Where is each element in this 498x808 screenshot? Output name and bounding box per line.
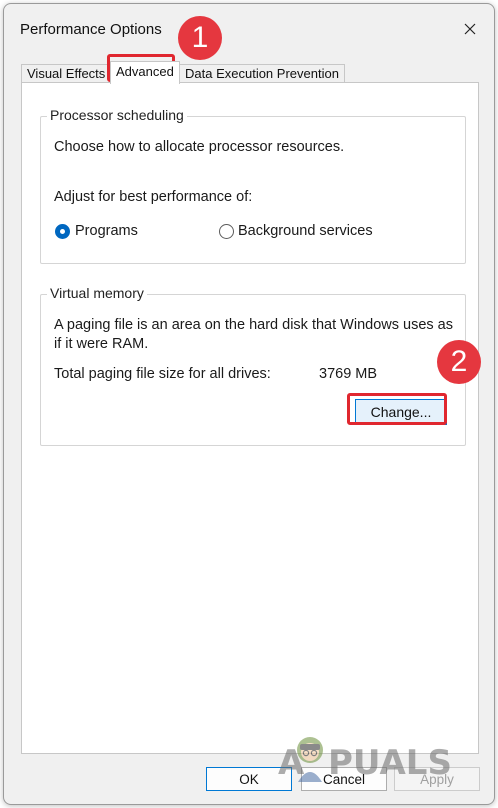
tab-data-execution-prevention[interactable]: Data Execution Prevention [179,64,345,83]
window-title: Performance Options [20,21,162,38]
watermark-letter: A [278,743,305,783]
radio-programs-button[interactable] [55,224,70,239]
close-icon [464,23,476,35]
watermark-letters: PUALS [328,743,452,783]
step2-badge: 2 [437,340,481,384]
processor-scheduling-title: Processor scheduling [47,107,187,123]
radio-programs-label[interactable]: Programs [75,223,138,239]
tab-advanced[interactable]: Advanced [110,61,180,84]
processor-scheduling-description: Choose how to allocate processor resourc… [54,139,345,155]
virtual-memory-description: A paging file is an area on the hard dis… [54,317,453,352]
close-button[interactable] [448,4,494,52]
total-paging-size-value: 3769 MB [319,366,378,382]
adjust-performance-label: Adjust for best performance of: [54,189,253,205]
radio-background-services-label[interactable]: Background services [238,223,373,239]
performance-options-window: Performance Options Visual Effects Advan… [3,3,495,805]
tab-visual-effects[interactable]: Visual Effects [21,64,112,83]
step1-badge: 1 [178,16,222,60]
radio-background-services-button[interactable] [219,224,234,239]
change-button[interactable]: Change... [355,399,447,425]
appuals-watermark: A PUALS [278,737,452,783]
title-bar: Performance Options [4,4,494,52]
virtual-memory-title: Virtual memory [47,285,147,301]
total-paging-size-label: Total paging file size for all drives: [54,366,271,382]
processor-scheduling-group: Processor scheduling Choose how to alloc… [40,107,466,264]
